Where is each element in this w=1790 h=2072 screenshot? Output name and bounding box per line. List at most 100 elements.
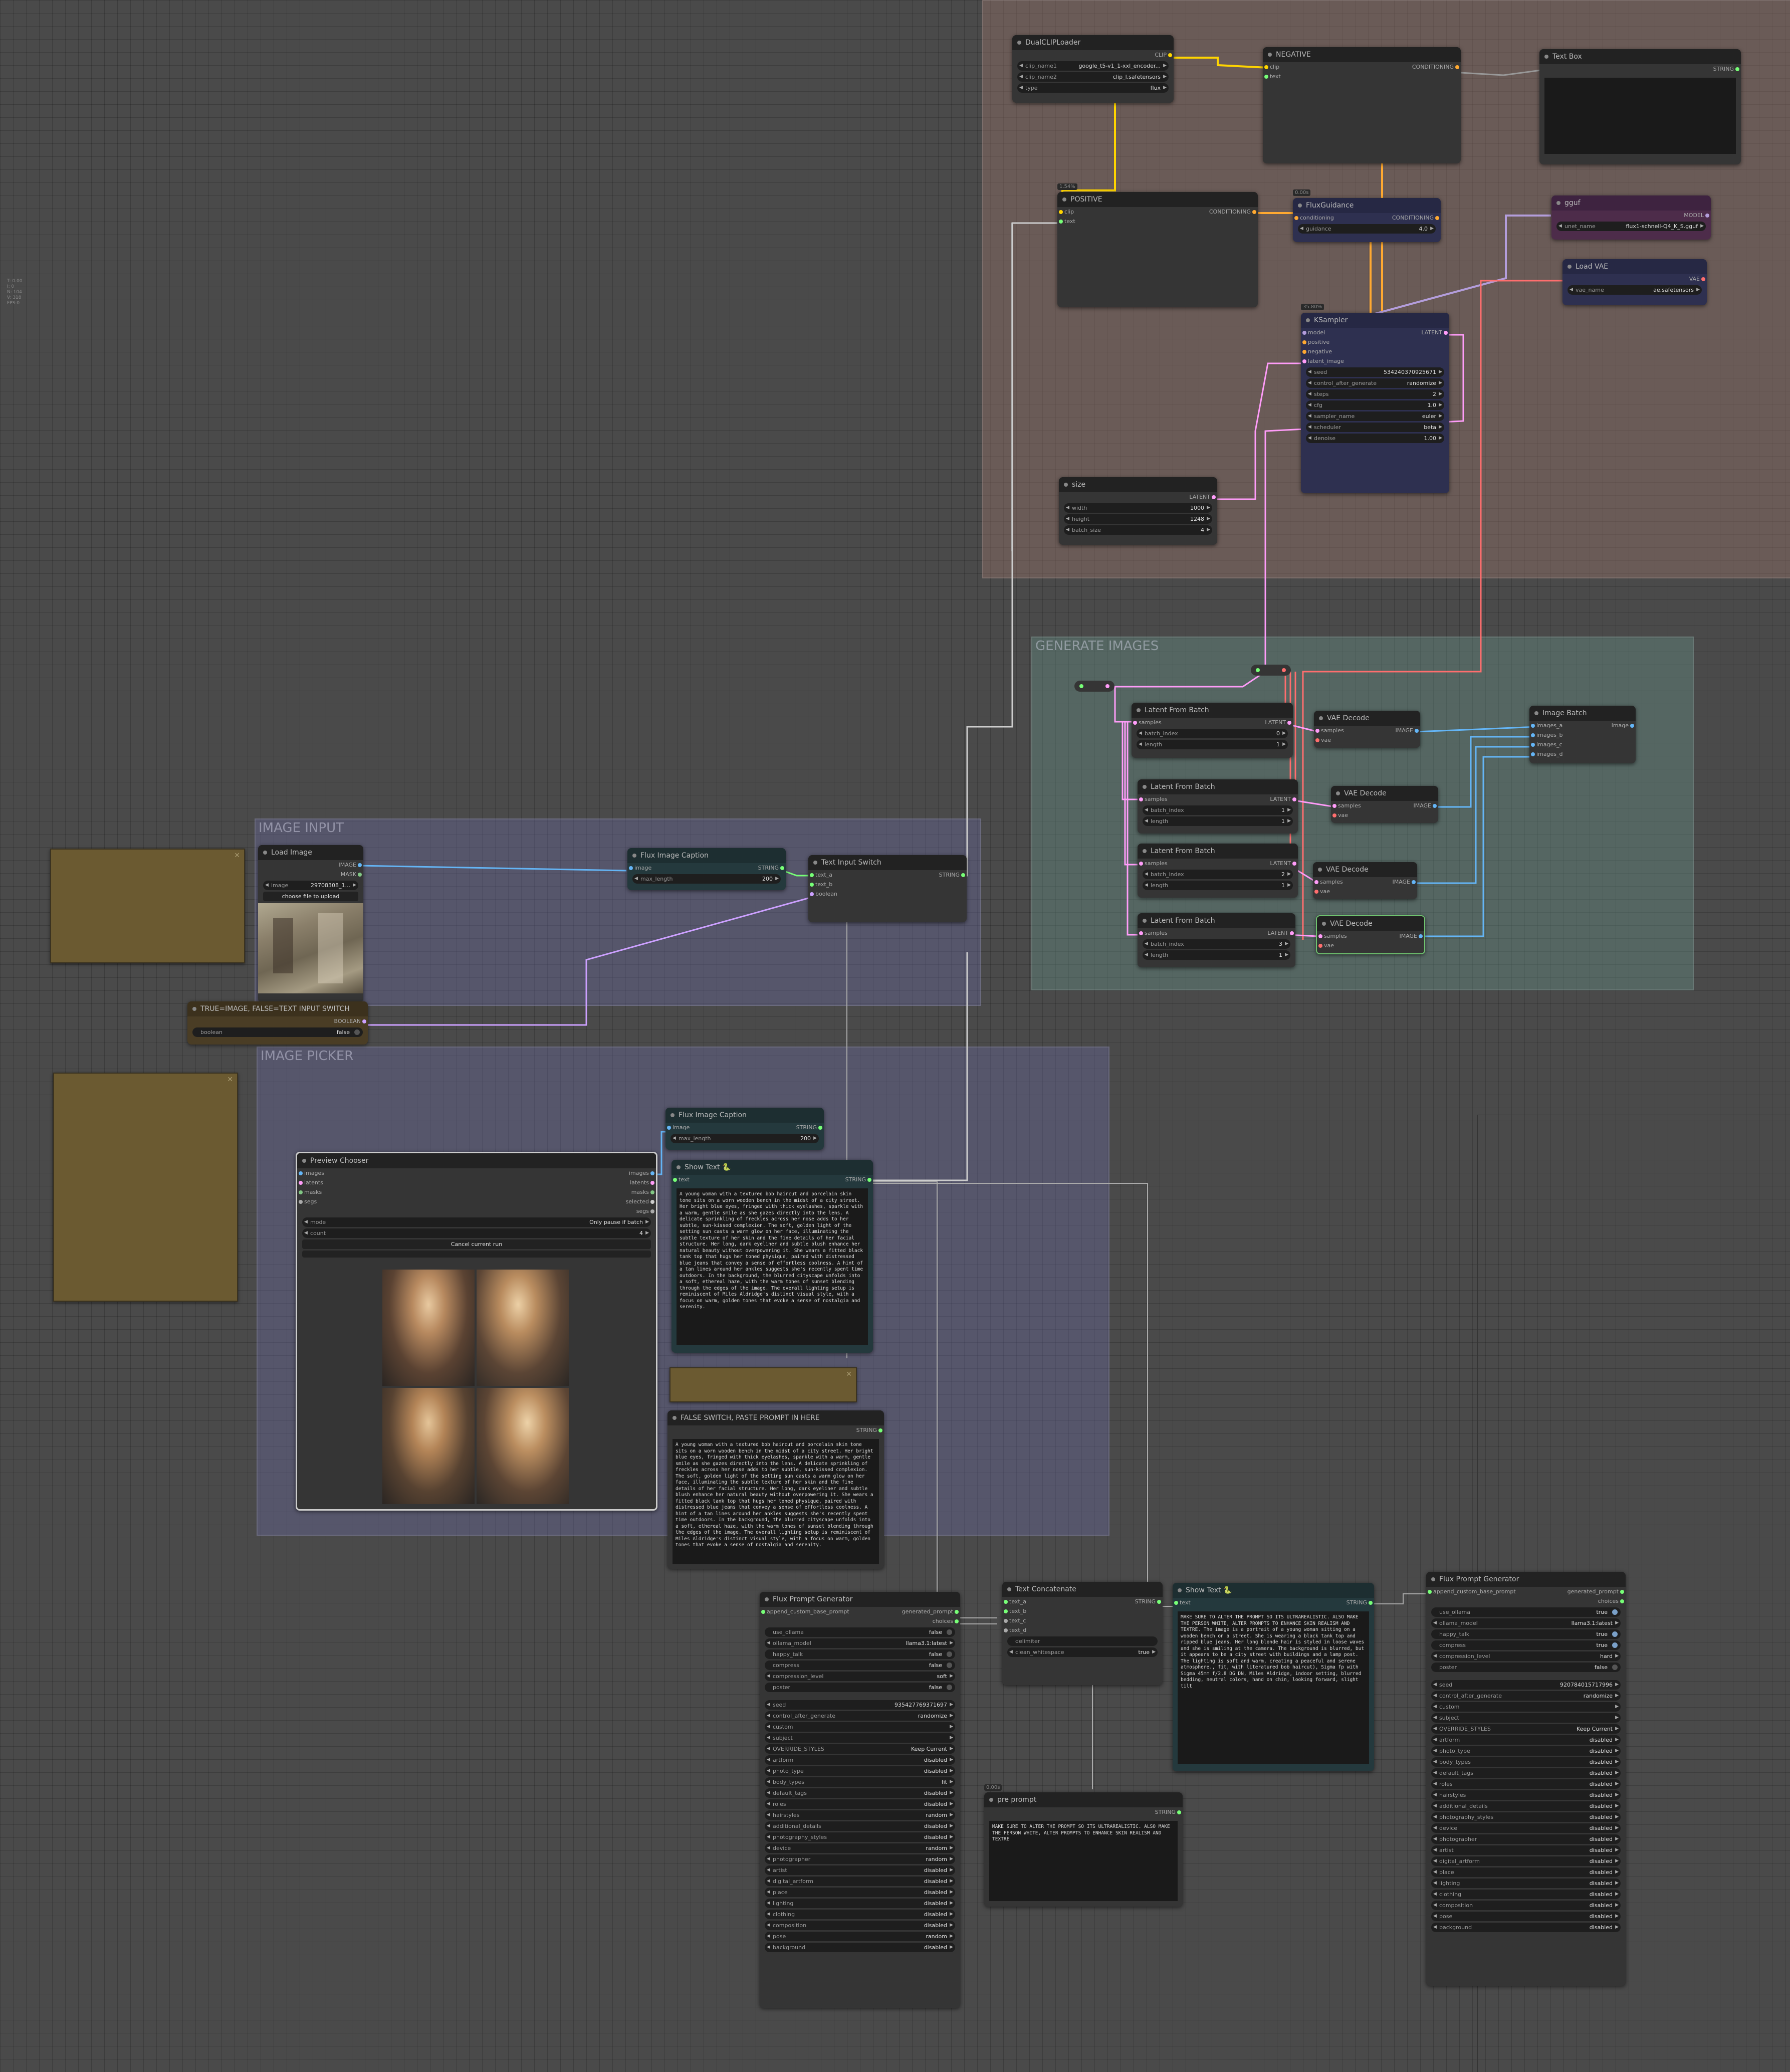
input-dot[interactable] xyxy=(1302,359,1306,363)
output-dot[interactable] xyxy=(650,1190,654,1194)
toggle-icon[interactable] xyxy=(947,1629,952,1635)
clean-whitespace-widget[interactable]: clean_whitespace true xyxy=(1007,1647,1158,1657)
input-dot[interactable] xyxy=(810,883,814,887)
input-images-a[interactable]: images_a image xyxy=(1529,721,1636,730)
input-dot[interactable] xyxy=(299,1171,303,1175)
output-dot[interactable] xyxy=(650,1209,654,1213)
input-dot[interactable] xyxy=(667,1126,671,1130)
node-title[interactable]: Text Box xyxy=(1539,49,1741,64)
input-dot[interactable] xyxy=(1531,752,1535,756)
node-title[interactable]: NEGATIVE xyxy=(1263,47,1461,62)
output-dot[interactable] xyxy=(650,1181,654,1185)
input-text-c[interactable]: text_c xyxy=(1002,1616,1163,1625)
output-dot[interactable] xyxy=(1369,1601,1373,1605)
close-icon[interactable]: ✕ xyxy=(234,852,240,860)
output-boolean[interactable]: BOOLEAN xyxy=(187,1016,368,1026)
output-dot[interactable] xyxy=(878,1428,882,1432)
dual-clip-loader-node[interactable]: DualCLIPLoader CLIP clip_name1 google_t5-… xyxy=(1012,35,1174,103)
input-text[interactable]: text STRING xyxy=(1173,1598,1374,1607)
node-title[interactable]: KSampler xyxy=(1301,313,1449,328)
batch-size-widget[interactable]: batch_size 4 xyxy=(1064,525,1212,535)
reroute-dot[interactable] xyxy=(1105,684,1109,688)
node-title[interactable]: VAE Decode xyxy=(1331,786,1438,801)
composition-widget[interactable]: composition disabled xyxy=(1431,1901,1621,1910)
flux-prompt-generator-node[interactable]: Flux Prompt Generator append_custom_base… xyxy=(1426,1572,1626,1986)
output-latent[interactable]: LATENT xyxy=(1059,492,1217,502)
input-text-a[interactable]: text_a STRING xyxy=(808,870,967,880)
output-dot[interactable] xyxy=(1287,721,1291,725)
guidance-widget[interactable]: guidance 4.0 xyxy=(1298,224,1436,234)
override-styles-widget[interactable]: OVERRIDE_STYLES Keep Current xyxy=(765,1744,955,1754)
lighting-widget[interactable]: lighting disabled xyxy=(765,1899,955,1908)
node-title[interactable]: TRUE=IMAGE, FALSE=TEXT INPUT SWITCH xyxy=(187,1001,368,1016)
sampler-name-widget[interactable]: sampler_name euler xyxy=(1306,411,1444,421)
node-title[interactable]: size xyxy=(1059,477,1217,492)
note-node[interactable]: ✕ xyxy=(53,1073,238,1302)
io-masks[interactable]: masks masks xyxy=(297,1187,656,1197)
reroute-node[interactable] xyxy=(1251,665,1291,676)
subject-widget[interactable]: subject xyxy=(765,1733,955,1743)
custom-widget[interactable]: custom xyxy=(1431,1702,1621,1712)
input-samples[interactable]: samples LATENT xyxy=(1138,794,1298,804)
photographer-widget[interactable]: photographer disabled xyxy=(1431,1834,1621,1844)
output-dot[interactable] xyxy=(650,1171,654,1175)
close-icon[interactable]: ✕ xyxy=(846,1370,852,1378)
output-dot[interactable] xyxy=(358,863,362,867)
cfg-widget[interactable]: cfg 1.0 xyxy=(1306,400,1444,410)
preview-chooser-node[interactable]: Preview Chooser images images latents late… xyxy=(296,1152,657,1511)
node-title[interactable]: Image Batch xyxy=(1529,706,1636,721)
use-ollama-widget[interactable]: use_ollama true xyxy=(1431,1607,1621,1617)
toggle-icon[interactable] xyxy=(947,1663,952,1668)
pose-widget[interactable]: pose disabled xyxy=(1431,1912,1621,1921)
load-image-node[interactable]: Load Image IMAGE MASK image 29708308_1...… xyxy=(258,845,363,1002)
io-latents[interactable]: latents latents xyxy=(297,1178,656,1187)
size-node[interactable]: size LATENT width 1000 height 1248 batch_s… xyxy=(1059,477,1217,545)
length-widget[interactable]: length 1 xyxy=(1137,740,1288,749)
photo-type-widget[interactable]: photo_type disabled xyxy=(765,1766,955,1776)
additional-details-widget[interactable]: additional_details disabled xyxy=(765,1821,955,1831)
vae-decode-node[interactable]: VAE Decode samples IMAGE vae xyxy=(1314,711,1420,748)
output-dot[interactable] xyxy=(1435,216,1439,220)
input-image[interactable]: image STRING xyxy=(665,1123,824,1132)
clip-name2-widget[interactable]: clip_name2 clip_l.safetensors xyxy=(1017,72,1169,82)
compression-level-widget[interactable]: compression_level soft xyxy=(765,1672,955,1681)
node-title[interactable]: Flux Prompt Generator xyxy=(1426,1572,1626,1587)
input-dot[interactable] xyxy=(1332,804,1336,808)
input-dot[interactable] xyxy=(1314,880,1318,884)
output-dot[interactable] xyxy=(780,866,784,870)
input-samples[interactable]: samples IMAGE xyxy=(1314,726,1420,735)
vae-decode-node[interactable]: VAE Decode samples IMAGE vae xyxy=(1313,862,1417,899)
height-widget[interactable]: height 1248 xyxy=(1064,514,1212,524)
body-types-widget[interactable]: body_types fit xyxy=(765,1777,955,1787)
gguf-node[interactable]: gguf MODEL unet_name flux1-schnell-Q4_K_S… xyxy=(1551,195,1711,240)
node-title[interactable]: VAE Decode xyxy=(1314,711,1420,726)
input-text-b[interactable]: text_b xyxy=(808,880,967,889)
io-choices[interactable]: choices xyxy=(1426,1596,1626,1606)
input-text[interactable]: text STRING xyxy=(672,1175,873,1184)
photography-styles-widget[interactable]: photography_styles disabled xyxy=(1431,1812,1621,1822)
output-dot[interactable] xyxy=(1455,65,1459,69)
input-samples[interactable]: samples LATENT xyxy=(1132,718,1293,727)
toggle-icon[interactable] xyxy=(1612,1665,1618,1670)
node-title[interactable]: Text Concatenate xyxy=(1002,1582,1163,1597)
pose-widget[interactable]: pose random xyxy=(765,1932,955,1941)
output-dot[interactable] xyxy=(1292,862,1296,866)
unet-name-widget[interactable]: unet_name flux1-schnell-Q4_K_S.gguf xyxy=(1556,222,1706,231)
flux-prompt-generator-node[interactable]: Flux Prompt Generator append_custom_base… xyxy=(760,1592,960,2008)
output-dot[interactable] xyxy=(1620,1590,1624,1594)
input-dot[interactable] xyxy=(1264,75,1268,79)
use-ollama-widget[interactable]: use_ollama false xyxy=(765,1627,955,1637)
output-dot[interactable] xyxy=(1212,495,1216,499)
batch-index-widget[interactable]: batch_index 1 xyxy=(1143,805,1293,815)
output-dot[interactable] xyxy=(650,1200,654,1204)
output-dot[interactable] xyxy=(1444,331,1448,335)
node-title[interactable]: FluxGuidance xyxy=(1293,198,1441,213)
node-title[interactable]: Preview Chooser xyxy=(297,1153,656,1168)
empty-button[interactable] xyxy=(302,1251,651,1258)
node-title[interactable]: VAE Decode xyxy=(1317,916,1424,931)
reroute-dot[interactable] xyxy=(1079,684,1083,688)
note-node[interactable]: ✕ xyxy=(50,849,245,963)
control-after-generate-widget[interactable]: control_after_generate randomize xyxy=(1306,378,1444,388)
digital-artform-widget[interactable]: digital_artform disabled xyxy=(765,1877,955,1886)
latent-from-batch-node[interactable]: Latent From Batch samples LATENT batch_in… xyxy=(1138,913,1295,967)
